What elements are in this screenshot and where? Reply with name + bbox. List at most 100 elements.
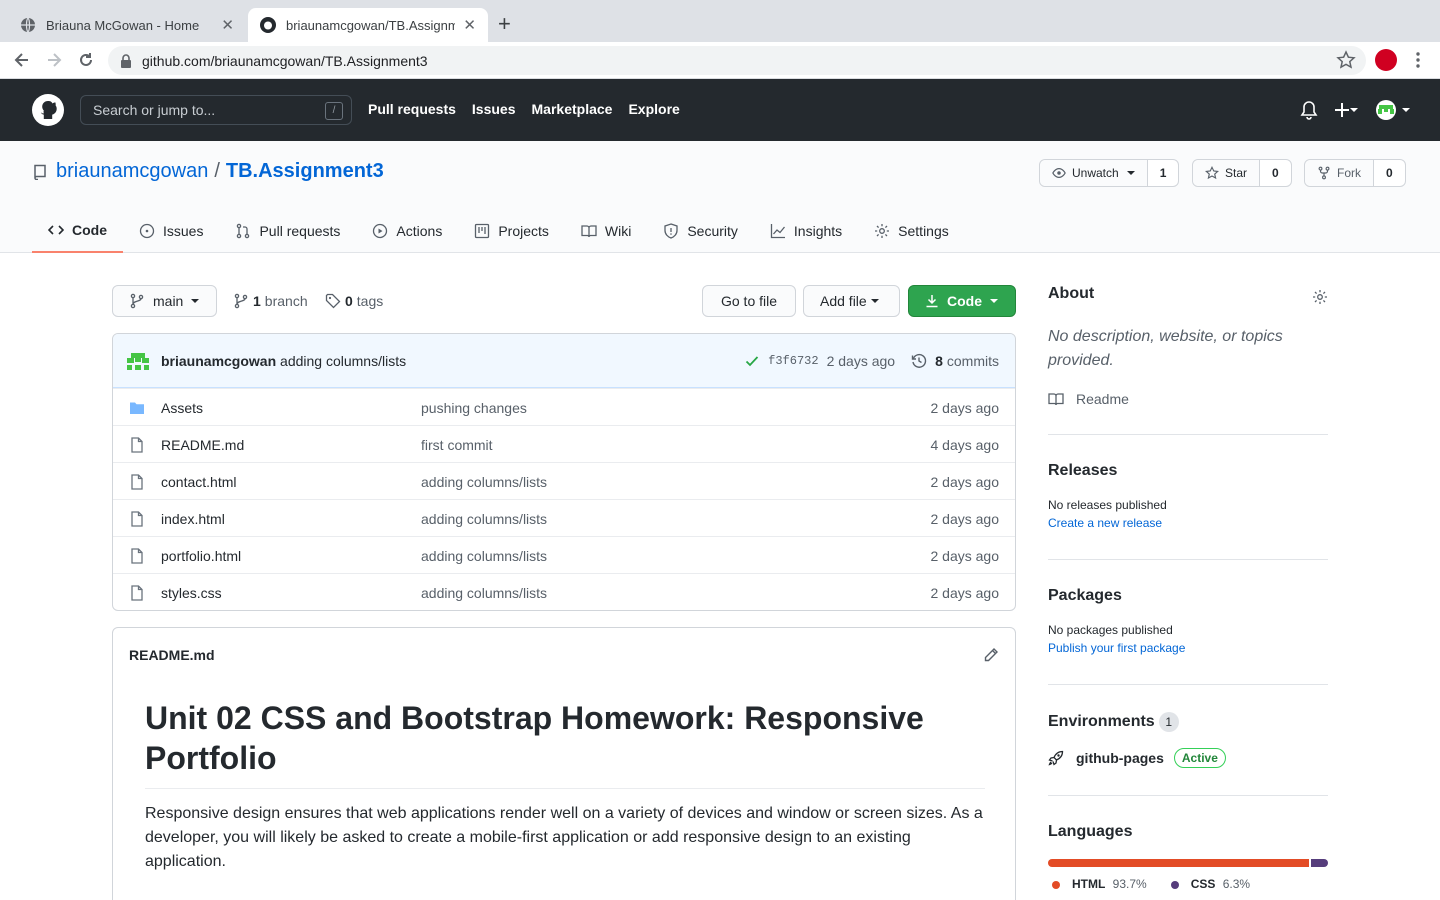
stars-count[interactable]: 0 <box>1260 160 1291 186</box>
fork-button[interactable]: Fork <box>1305 160 1374 186</box>
file-name-link[interactable]: README.md <box>161 437 244 453</box>
file-row[interactable]: styles.css adding columns/lists 2 days a… <box>113 573 1015 610</box>
browser-menu-icon[interactable] <box>1412 50 1424 70</box>
search-input[interactable]: Search or jump to... / <box>80 95 352 125</box>
github-favicon-icon <box>260 17 276 33</box>
tag-count: 0 <box>345 293 353 309</box>
readme-link[interactable]: Readme <box>1048 391 1129 407</box>
code-label: Code <box>947 293 982 309</box>
file-commit-message[interactable]: adding columns/lists <box>421 474 547 490</box>
file-name-link[interactable]: contact.html <box>161 474 236 490</box>
packages-title[interactable]: Packages <box>1048 587 1328 605</box>
file-commit-message[interactable]: adding columns/lists <box>421 511 547 527</box>
language-item-css[interactable]: CSS 6.3% <box>1170 877 1250 891</box>
new-tab-button[interactable]: + <box>498 12 511 36</box>
lock-icon <box>121 53 131 68</box>
file-commit-message[interactable]: adding columns/lists <box>421 585 547 601</box>
forward-arrow-icon[interactable] <box>44 50 64 70</box>
user-avatar-icon <box>1376 100 1396 120</box>
branch-count: 1 <box>253 293 261 309</box>
environment-item[interactable]: github-pages Active <box>1048 748 1328 768</box>
language-segment-html[interactable] <box>1048 859 1309 867</box>
file-name-link[interactable]: portfolio.html <box>161 548 241 564</box>
language-item-html[interactable]: HTML 93.7% <box>1052 877 1147 891</box>
github-logo-icon[interactable] <box>32 94 64 126</box>
branch-select-button[interactable]: main <box>112 285 217 317</box>
file-commit-age: 2 days ago <box>930 548 1000 564</box>
nav-issues[interactable]: Issues <box>472 101 516 117</box>
language-segment-css[interactable] <box>1310 859 1328 867</box>
file-row[interactable]: portfolio.html adding columns/lists 2 da… <box>113 536 1015 573</box>
check-icon[interactable] <box>744 353 760 369</box>
create-release-link[interactable]: Create a new release <box>1048 516 1328 530</box>
gear-icon[interactable] <box>1312 289 1328 305</box>
publish-package-link[interactable]: Publish your first package <box>1048 641 1328 655</box>
file-commit-message[interactable]: first commit <box>421 437 493 453</box>
address-bar[interactable]: github.com/briaunamcgowan/TB.Assignment3 <box>108 46 1366 75</box>
environments-title[interactable]: Environments 1 <box>1048 712 1328 732</box>
commit-author-link[interactable]: briaunamcgowan <box>161 353 276 369</box>
repo-owner-link[interactable]: briaunamcgowan <box>56 160 208 183</box>
readme-filename[interactable]: README.md <box>129 647 215 663</box>
notifications-bell-icon[interactable] <box>1300 100 1318 120</box>
file-row[interactable]: Assets pushing changes 2 days ago <box>113 388 1015 425</box>
file-row[interactable]: README.md first commit 4 days ago <box>113 425 1015 462</box>
create-new-dropdown[interactable] <box>1334 100 1362 120</box>
tab-label: Issues <box>163 223 204 239</box>
pencil-edit-icon[interactable] <box>983 647 999 663</box>
caret-down-icon <box>1402 108 1410 112</box>
tab-pull-requests[interactable]: Pull requests <box>219 209 356 253</box>
browser-tab-repo[interactable]: briaunamcgowan/TB.Assignme ✕ <box>248 8 488 42</box>
tags-link[interactable]: 0 tags <box>325 293 383 309</box>
tab-projects[interactable]: Projects <box>458 209 565 253</box>
go-to-file-button[interactable]: Go to file <box>702 285 796 317</box>
file-icon <box>131 511 143 527</box>
commits-history-link[interactable]: 8 commits <box>911 353 999 369</box>
watchers-count[interactable]: 1 <box>1148 160 1179 186</box>
author-avatar[interactable] <box>127 351 149 373</box>
add-file-button[interactable]: Add file <box>803 285 900 317</box>
language-name: CSS <box>1190 877 1216 891</box>
file-row[interactable]: contact.html adding columns/lists 2 days… <box>113 462 1015 499</box>
nav-pull-requests[interactable]: Pull requests <box>368 101 456 117</box>
commit-message-link[interactable]: adding columns/lists <box>280 353 406 369</box>
reload-icon[interactable] <box>76 50 96 70</box>
nav-marketplace[interactable]: Marketplace <box>532 101 613 117</box>
packages-text: No packages published <box>1048 623 1173 637</box>
forks-count[interactable]: 0 <box>1374 160 1405 186</box>
tab-settings[interactable]: Settings <box>858 209 965 253</box>
browser-profile-avatar[interactable] <box>1375 49 1397 71</box>
star-label: Star <box>1225 166 1248 180</box>
releases-text: No releases published <box>1048 498 1167 512</box>
code-download-button[interactable]: Code <box>908 285 1016 317</box>
tab-actions[interactable]: Actions <box>356 209 458 253</box>
search-shortcut-key: / <box>325 102 343 120</box>
tab-insights[interactable]: Insights <box>754 209 858 253</box>
environments-section: Environments 1 github-pages Active <box>1048 712 1328 768</box>
branches-link[interactable]: 1 branch <box>233 293 308 309</box>
tab-issues[interactable]: Issues <box>123 209 219 253</box>
nav-explore[interactable]: Explore <box>628 101 679 117</box>
tab-security[interactable]: Security <box>647 209 754 253</box>
repo-name-link[interactable]: TB.Assignment3 <box>226 160 384 183</box>
file-name-link[interactable]: index.html <box>161 511 225 527</box>
bookmark-star-icon[interactable] <box>1336 50 1356 70</box>
star-button[interactable]: Star <box>1193 160 1261 186</box>
user-menu-dropdown[interactable] <box>1376 100 1410 120</box>
file-row[interactable]: index.html adding columns/lists 2 days a… <box>113 499 1015 536</box>
releases-title[interactable]: Releases <box>1048 462 1328 480</box>
unwatch-button[interactable]: Unwatch <box>1040 160 1148 186</box>
close-tab-icon[interactable]: ✕ <box>221 16 234 34</box>
close-tab-icon[interactable]: ✕ <box>463 16 476 34</box>
file-commit-message[interactable]: pushing changes <box>421 400 527 416</box>
branch-label: branch <box>264 293 308 309</box>
file-commit-message[interactable]: adding columns/lists <box>421 548 547 564</box>
browser-tab-home[interactable]: Briauna McGowan - Home ✕ <box>8 8 246 42</box>
back-arrow-icon[interactable] <box>12 50 32 70</box>
tab-code[interactable]: Code <box>32 209 123 253</box>
file-name-link[interactable]: Assets <box>161 400 203 416</box>
commit-sha-link[interactable]: f3f6732 <box>768 354 818 368</box>
folder-icon <box>130 402 144 414</box>
file-name-link[interactable]: styles.css <box>161 585 222 601</box>
tab-wiki[interactable]: Wiki <box>565 209 647 253</box>
